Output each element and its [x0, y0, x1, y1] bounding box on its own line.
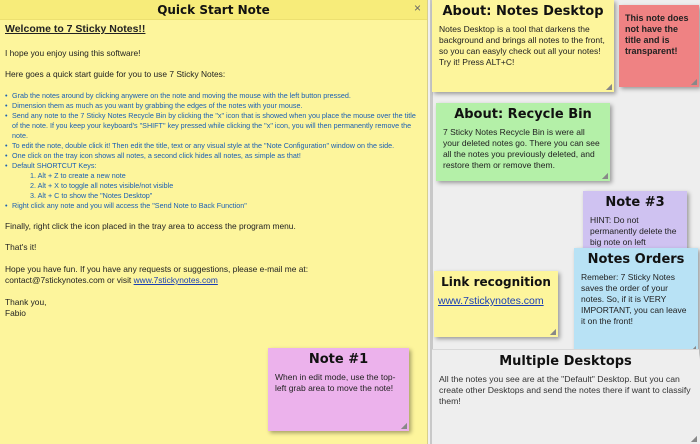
resize-grip-icon[interactable]: ◢	[691, 78, 697, 86]
website-link[interactable]: www.7stickynotes.com	[434, 291, 558, 311]
website-link[interactable]: www.7stickynotes.com	[134, 275, 218, 285]
multiple-desktops-note[interactable]: Multiple Desktops All the notes you see …	[432, 349, 699, 444]
note-body: HINT: Do not permanently delete the big …	[590, 215, 677, 247]
note-titlebar[interactable]: Quick Start Note ×	[0, 0, 427, 20]
step-item: Grab the notes around by clicking anywer…	[5, 91, 422, 101]
tray-menu-text: Finally, right click the icon placed in …	[5, 220, 296, 231]
quick-start-steps: Grab the notes around by clicking anywer…	[5, 91, 422, 211]
note-title: Note #1	[308, 352, 369, 367]
recycle-bin-note[interactable]: About: Recycle Bin 7 Sticky Notes Recycl…	[436, 103, 610, 181]
shortcut-item: 1. Alt + Z to create a new note	[30, 170, 126, 180]
step-item: Right click any note and you will access…	[5, 201, 422, 211]
note-title: Multiple Desktops	[499, 354, 632, 369]
intro-text: I hope you enjoy using this software!	[5, 47, 141, 58]
shortcut-list: 1. Alt + Z to create a new note 2. Alt +…	[12, 171, 422, 201]
close-icon[interactable]: ×	[414, 1, 421, 15]
signature: Thank you, Fabio	[5, 297, 422, 320]
contact-paragraph: Hope you have fun. If you have any reque…	[5, 264, 422, 287]
note-1[interactable]: Note #1 When in edit mode, use the top-l…	[268, 348, 409, 431]
note-title: Notes Orders	[587, 252, 685, 267]
note-title: Quick Start Note	[157, 3, 270, 17]
resize-grip-icon[interactable]: ◢	[602, 172, 608, 180]
shortcut-item: 3. Alt + C to show the "Notes Desktop"	[30, 190, 153, 200]
step-item: Default SHORTCUT Keys: 1. Alt + Z to cre…	[5, 161, 422, 201]
step-item: Send any note to the 7 Sticky Notes Recy…	[5, 111, 422, 141]
note-content[interactable]: Welcome to 7 Sticky Notes!! I hope you e…	[0, 20, 427, 334]
guide-intro-text: Here goes a quick start guide for you to…	[5, 69, 226, 79]
resize-grip-icon[interactable]: ◢	[550, 328, 556, 336]
note-body: 7 Sticky Notes Recycle Bin is were all y…	[443, 127, 600, 170]
note-title: About: Recycle Bin	[454, 107, 592, 122]
step-item: To edit the note, double click it! Then …	[5, 141, 422, 151]
transparent-note[interactable]: This note does not have the title and is…	[619, 5, 699, 87]
contact-email: contact@7stickynotes.com or visit	[5, 275, 134, 285]
notes-desktop-note[interactable]: About: Notes Desktop Notes Desktop is a …	[432, 0, 614, 92]
note-body: Notes Desktop is a tool that darkens the…	[439, 24, 605, 67]
step-item: One click on the tray icon shows all not…	[5, 151, 422, 161]
thanks-text: Thank you,	[5, 296, 47, 307]
note-title: About: Notes Desktop	[442, 4, 604, 19]
thats-it-text: That's it!	[5, 242, 37, 252]
notes-orders-note[interactable]: Notes Orders Remeber: 7 Sticky Notes sav…	[574, 248, 698, 354]
link-recognition-note[interactable]: Link recognition www.7stickynotes.com ◢	[434, 271, 558, 337]
welcome-heading: Welcome to 7 Sticky Notes!!	[5, 23, 146, 35]
note-body: When in edit mode, use the top-left grab…	[275, 372, 396, 393]
step-item: Dimension them as much as you want by gr…	[5, 101, 422, 111]
shortcut-item: 2. Alt + X to toggle all notes visible/n…	[30, 180, 174, 190]
shortcuts-label: Default SHORTCUT Keys:	[12, 160, 97, 170]
note-body: All the notes you see are at the "Defaul…	[439, 374, 691, 406]
note-body: This note does not have the title and is…	[625, 13, 689, 56]
note-title: Link recognition	[441, 275, 551, 289]
note-3[interactable]: Note #3 HINT: Do not permanently delete …	[583, 191, 687, 251]
note-title: Note #3	[605, 195, 665, 210]
contact-intro: Hope you have fun. If you have any reque…	[5, 263, 309, 274]
resize-grip-icon[interactable]: ◢	[691, 435, 697, 443]
note-body: Remeber: 7 Sticky Notes saves the order …	[581, 272, 687, 326]
notes-desktop-area: Quick Start Note × Welcome to 7 Sticky N…	[0, 0, 700, 444]
resize-grip-icon[interactable]: ◢	[606, 83, 612, 91]
resize-grip-icon[interactable]: ◢	[401, 422, 407, 430]
author-name: Fabio	[5, 308, 26, 318]
